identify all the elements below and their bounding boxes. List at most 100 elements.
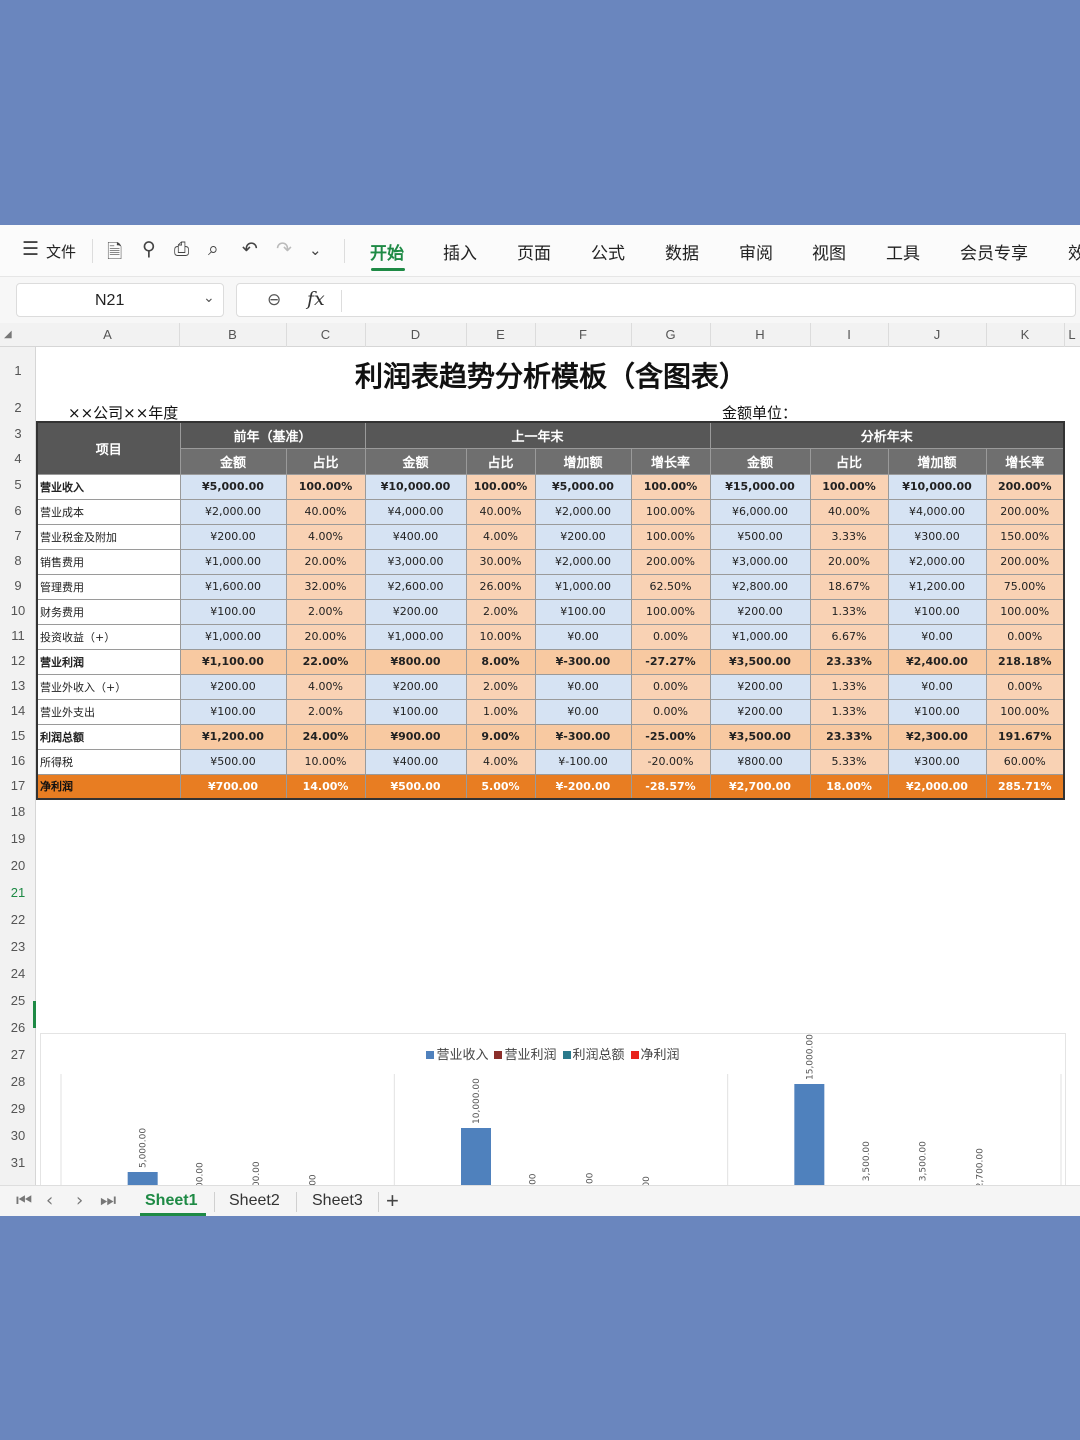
row-label[interactable]: 营业税金及附加 xyxy=(36,523,181,550)
table-cell[interactable]: 2.00% xyxy=(285,598,366,625)
row-header-cell[interactable]: 13 xyxy=(0,673,36,698)
row-header-cell[interactable]: 18 xyxy=(0,798,36,825)
table-cell[interactable]: ¥3,000.00 xyxy=(364,548,467,575)
table-cell[interactable]: ¥200.00 xyxy=(364,673,467,700)
table-cell[interactable]: 4.00% xyxy=(285,673,366,700)
table-cell[interactable]: ¥100.00 xyxy=(364,698,467,725)
tab-view[interactable]: 视图 xyxy=(812,239,846,264)
table-cell[interactable]: 0.00% xyxy=(985,673,1065,700)
function-icon[interactable]: fx xyxy=(307,288,325,310)
row-label[interactable]: 营业外支出 xyxy=(36,698,181,725)
row-header-cell[interactable]: 29 xyxy=(0,1095,36,1122)
table-cell[interactable]: 4.00% xyxy=(285,523,366,550)
worksheet-grid[interactable]: 利润表趋势分析模板（含图表） ××公司××年度 金额单位： 项目 前年（基准） … xyxy=(36,347,1080,1216)
column-header-cell[interactable]: G xyxy=(631,327,710,342)
table-cell[interactable]: ¥2,700.00 xyxy=(709,773,811,800)
table-cell[interactable]: 20.00% xyxy=(285,548,366,575)
table-cell[interactable]: 9.00% xyxy=(465,723,536,750)
row-header-cell[interactable]: 16 xyxy=(0,748,36,773)
table-cell[interactable]: ¥2,000.00 xyxy=(887,773,987,800)
row-header-cell[interactable]: 26 xyxy=(0,1014,36,1041)
tab-review[interactable]: 审阅 xyxy=(739,239,773,264)
table-cell[interactable]: ¥800.00 xyxy=(709,748,811,775)
table-cell[interactable]: 20.00% xyxy=(809,548,889,575)
table-cell[interactable]: ¥300.00 xyxy=(887,748,987,775)
column-header-cell[interactable]: E xyxy=(466,327,535,342)
column-header-cell[interactable]: I xyxy=(810,327,888,342)
row-label[interactable]: 营业外收入（+） xyxy=(36,673,181,700)
table-cell[interactable]: 100.00% xyxy=(985,598,1065,625)
row-header-cell[interactable]: 8 xyxy=(0,548,36,573)
table-cell[interactable]: ¥-100.00 xyxy=(534,748,632,775)
table-cell[interactable]: ¥500.00 xyxy=(364,773,467,800)
file-menu[interactable]: 文件 xyxy=(46,241,76,262)
table-cell[interactable]: ¥500.00 xyxy=(179,748,287,775)
table-cell[interactable]: 200.00% xyxy=(985,498,1065,525)
row-header-cell[interactable]: 30 xyxy=(0,1122,36,1149)
column-header-cell[interactable]: B xyxy=(179,327,286,342)
table-cell[interactable]: ¥100.00 xyxy=(887,598,987,625)
table-cell[interactable]: ¥400.00 xyxy=(364,523,467,550)
table-cell[interactable]: ¥15,000.00 xyxy=(709,473,811,500)
row-header-cell[interactable]: 23 xyxy=(0,933,36,960)
table-cell[interactable]: ¥3,500.00 xyxy=(709,723,811,750)
tab-tools[interactable]: 工具 xyxy=(886,239,920,264)
redo-icon[interactable]: ↷ xyxy=(276,238,292,260)
row-label[interactable]: 营业成本 xyxy=(36,498,181,525)
table-cell[interactable]: ¥10,000.00 xyxy=(364,473,467,500)
select-all-corner[interactable]: ◢ xyxy=(4,329,12,340)
table-cell[interactable]: 100.00% xyxy=(630,598,711,625)
table-cell[interactable]: 10.00% xyxy=(285,748,366,775)
table-cell[interactable]: 191.67% xyxy=(985,723,1065,750)
row-header-cell[interactable]: 14 xyxy=(0,698,36,723)
row-header-cell[interactable]: 28 xyxy=(0,1068,36,1095)
row-header-cell[interactable]: 9 xyxy=(0,573,36,598)
undo-icon[interactable]: ↶ xyxy=(242,238,258,260)
row-label[interactable]: 利润总额 xyxy=(36,723,181,750)
table-cell[interactable]: ¥10,000.00 xyxy=(887,473,987,500)
table-cell[interactable]: ¥2,000.00 xyxy=(887,548,987,575)
tab-efficiency[interactable]: 效 xyxy=(1068,239,1080,264)
print-preview-icon[interactable]: ⌕ xyxy=(208,238,219,260)
row-header-cell[interactable]: 22 xyxy=(0,906,36,933)
table-cell[interactable]: ¥2,600.00 xyxy=(364,573,467,600)
table-cell[interactable]: ¥100.00 xyxy=(179,698,287,725)
tab-insert[interactable]: 插入 xyxy=(443,239,477,264)
row-header-cell[interactable]: 15 xyxy=(0,723,36,748)
chevron-down-icon[interactable]: ⌄ xyxy=(309,241,322,259)
first-sheet-icon[interactable]: ⏮ xyxy=(16,1190,32,1211)
row-label[interactable]: 投资收益（+） xyxy=(36,623,181,650)
tab-data[interactable]: 数据 xyxy=(665,239,699,264)
table-cell[interactable]: ¥700.00 xyxy=(179,773,287,800)
row-header-cell[interactable]: 10 xyxy=(0,598,36,623)
name-box[interactable]: N21 ⌄ xyxy=(16,283,224,317)
table-cell[interactable]: 1.33% xyxy=(809,598,889,625)
table-cell[interactable]: ¥4,000.00 xyxy=(887,498,987,525)
table-cell[interactable]: 100.00% xyxy=(809,473,889,500)
row-header-cell[interactable]: 25 xyxy=(0,987,36,1014)
last-sheet-icon[interactable]: ⏭ xyxy=(100,1190,116,1211)
table-cell[interactable]: 2.00% xyxy=(465,598,536,625)
table-cell[interactable]: 18.00% xyxy=(809,773,889,800)
table-cell[interactable]: ¥200.00 xyxy=(709,673,811,700)
column-header-cell[interactable]: J xyxy=(888,327,986,342)
table-cell[interactable]: 23.33% xyxy=(809,723,889,750)
table-cell[interactable]: ¥0.00 xyxy=(534,698,632,725)
table-cell[interactable]: ¥1,000.00 xyxy=(709,623,811,650)
table-cell[interactable]: ¥2,800.00 xyxy=(709,573,811,600)
prev-sheet-icon[interactable]: ‹ xyxy=(46,1190,53,1211)
table-cell[interactable]: ¥1,000.00 xyxy=(534,573,632,600)
save-icon[interactable]: 🗎 xyxy=(107,238,122,270)
table-cell[interactable]: 5.33% xyxy=(809,748,889,775)
table-cell[interactable]: 10.00% xyxy=(465,623,536,650)
table-cell[interactable]: 100.00% xyxy=(630,498,711,525)
table-cell[interactable]: 40.00% xyxy=(809,498,889,525)
table-cell[interactable]: ¥0.00 xyxy=(534,673,632,700)
table-cell[interactable]: ¥200.00 xyxy=(534,523,632,550)
print-icon[interactable]: ⎙ xyxy=(174,238,189,260)
table-cell[interactable]: ¥2,300.00 xyxy=(887,723,987,750)
table-cell[interactable]: ¥0.00 xyxy=(887,673,987,700)
table-cell[interactable]: -27.27% xyxy=(630,648,711,675)
table-cell[interactable]: ¥2,000.00 xyxy=(534,548,632,575)
row-label[interactable]: 营业利润 xyxy=(36,648,181,675)
